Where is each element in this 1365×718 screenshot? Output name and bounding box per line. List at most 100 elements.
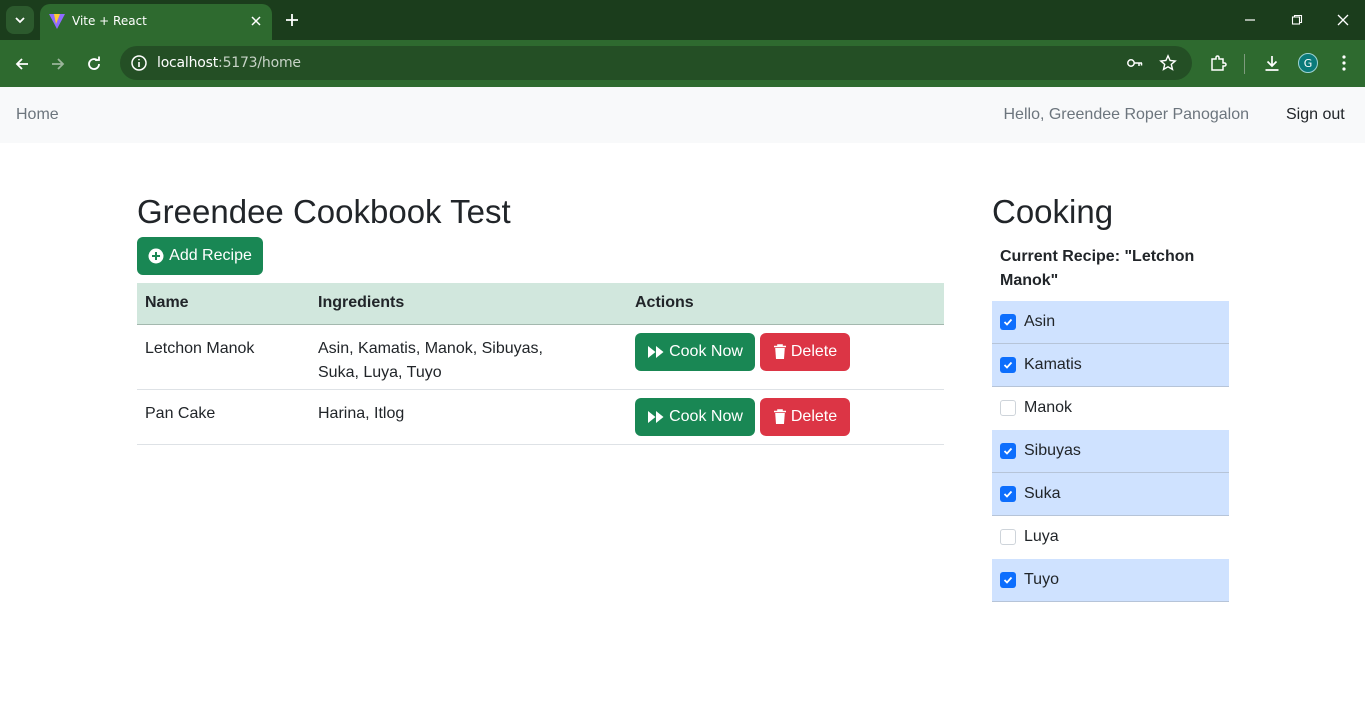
ingredient-checkbox[interactable]: [1000, 357, 1016, 373]
plus-circle-icon: [148, 248, 164, 264]
header-ingredients: Ingredients: [310, 283, 627, 325]
tab-strip: Vite + React: [0, 0, 1365, 40]
recipe-ingredients-text: Asin, Kamatis, Manok, Sibuyas, Suka, Luy…: [318, 339, 543, 381]
ingredient-label: Manok: [1024, 399, 1073, 416]
ingredient-item[interactable]: Suka: [992, 473, 1229, 516]
header-name: Name: [137, 283, 310, 325]
site-info-icon: [131, 55, 147, 71]
ingredient-item[interactable]: Manok: [992, 387, 1229, 430]
checkmark-icon: [1003, 576, 1013, 584]
toolbar-divider: [1244, 54, 1245, 74]
ingredient-label: Kamatis: [1024, 356, 1082, 373]
recipe-actions: Cook Now Delete: [627, 324, 944, 390]
downloads-button[interactable]: [1261, 52, 1283, 74]
minimize-icon: [1245, 19, 1255, 21]
arrow-right-icon: [52, 58, 65, 70]
ingredient-label: Suka: [1024, 485, 1061, 502]
url-host: localhost: [157, 55, 219, 71]
ingredient-checkbox[interactable]: [1000, 572, 1016, 588]
add-recipe-label: Add Recipe: [169, 247, 252, 264]
tab-close-button[interactable]: [248, 13, 264, 29]
vite-logo-icon: [49, 14, 65, 29]
delete-label: Delete: [790, 342, 838, 360]
ingredient-item[interactable]: Sibuyas: [992, 430, 1229, 473]
cooking-title: Cooking: [992, 193, 1114, 230]
nav-home-link[interactable]: Home: [16, 106, 59, 124]
delete-label: Delete: [790, 407, 838, 425]
recipe-ingredients: Asin, Kamatis, Manok, Sibuyas, Suka, Luy…: [310, 324, 627, 390]
ingredient-checkbox[interactable]: [1000, 314, 1016, 330]
ingredient-label: Sibuyas: [1024, 442, 1081, 459]
star-icon[interactable]: [1159, 54, 1177, 72]
recipe-name: Letchon Manok: [137, 324, 310, 390]
tab-title: Vite + React: [72, 14, 147, 28]
ingredient-item[interactable]: Luya: [992, 516, 1229, 559]
extensions-button[interactable]: [1207, 52, 1229, 74]
close-icon: [251, 16, 261, 26]
close-window-button[interactable]: [1329, 8, 1357, 32]
address-bar[interactable]: localhost:5173/home: [120, 46, 1192, 80]
key-icon[interactable]: [1126, 54, 1144, 72]
header-actions: Actions: [627, 283, 944, 325]
minimize-button[interactable]: [1236, 8, 1264, 32]
user-greeting: Hello, Greendee Roper Panogalon: [1003, 106, 1250, 123]
browser-toolbar: localhost:5173/home G: [0, 40, 1365, 87]
checkmark-icon: [1003, 490, 1013, 498]
current-recipe-label: Current Recipe: "Letchon Manok": [1000, 248, 1195, 289]
browser-menu-button[interactable]: [1333, 52, 1355, 74]
app-navbar: Home Hello, Greendee Roper Panogalon Sig…: [0, 87, 1365, 143]
trash-icon: [773, 408, 786, 424]
recipe-name: Pan Cake: [137, 389, 310, 445]
recipe-ingredients: Harina, Itlog: [310, 389, 627, 445]
recipes-table: Name Ingredients Actions Letchon Manok A…: [137, 283, 944, 445]
reload-button[interactable]: [82, 52, 106, 76]
browser-tab[interactable]: Vite + React: [40, 4, 272, 40]
ingredient-checkbox[interactable]: [1000, 443, 1016, 459]
checkmark-icon: [1003, 361, 1013, 369]
url-path: :5173/home: [218, 55, 301, 71]
browser-chrome: Vite + React localhost:5173/home G: [0, 0, 1365, 87]
recipe-ingredients-text: Harina, Itlog: [318, 404, 405, 422]
fast-forward-icon: [648, 345, 664, 358]
forward-button[interactable]: [46, 52, 70, 76]
download-icon: [1265, 56, 1279, 71]
chevron-down-icon: [15, 17, 25, 24]
checkmark-icon: [1003, 318, 1013, 326]
ingredient-checkbox[interactable]: [1000, 529, 1016, 545]
profile-avatar[interactable]: G: [1298, 53, 1318, 73]
ingredient-label: Luya: [1024, 528, 1059, 545]
ingredient-label: Tuyo: [1024, 571, 1059, 588]
restore-button[interactable]: [1283, 8, 1311, 32]
ingredient-item[interactable]: Tuyo: [992, 559, 1229, 602]
cooking-ingredient-list: Asin Kamatis Manok Sibuyas Suka Luya Tuyo: [992, 301, 1229, 602]
add-recipe-button[interactable]: Add Recipe: [137, 237, 263, 275]
delete-button[interactable]: Delete: [760, 332, 850, 371]
back-button[interactable]: [10, 52, 34, 76]
reload-icon: [88, 56, 100, 70]
ingredient-label: Asin: [1024, 313, 1056, 330]
more-vertical-icon: [1342, 55, 1346, 71]
cook-now-label: Cook Now: [669, 342, 743, 360]
cook-now-button[interactable]: Cook Now: [635, 397, 755, 436]
tab-search-button[interactable]: [6, 6, 34, 34]
ingredient-checkbox[interactable]: [1000, 400, 1016, 416]
page-title: Greendee Cookbook Test: [137, 193, 511, 230]
plus-icon: [286, 14, 298, 26]
table-row: Letchon Manok Asin, Kamatis, Manok, Sibu…: [137, 324, 944, 390]
restore-icon: [1291, 14, 1303, 25]
delete-button[interactable]: Delete: [760, 397, 850, 436]
sign-out-link[interactable]: Sign out: [1286, 106, 1345, 124]
new-tab-button[interactable]: [282, 10, 302, 30]
fast-forward-icon: [648, 410, 664, 423]
close-icon: [1337, 14, 1349, 26]
url-text: localhost:5173/home: [157, 55, 301, 71]
checkmark-icon: [1003, 447, 1013, 455]
cook-now-button[interactable]: Cook Now: [635, 332, 755, 371]
arrow-left-icon: [15, 58, 28, 70]
cook-now-label: Cook Now: [669, 407, 743, 425]
ingredient-item[interactable]: Kamatis: [992, 344, 1229, 387]
ingredient-checkbox[interactable]: [1000, 486, 1016, 502]
ingredient-item[interactable]: Asin: [992, 301, 1229, 344]
puzzle-icon: [1211, 55, 1227, 71]
table-row: Pan Cake Harina, Itlog Cook Now Delete: [137, 389, 944, 445]
